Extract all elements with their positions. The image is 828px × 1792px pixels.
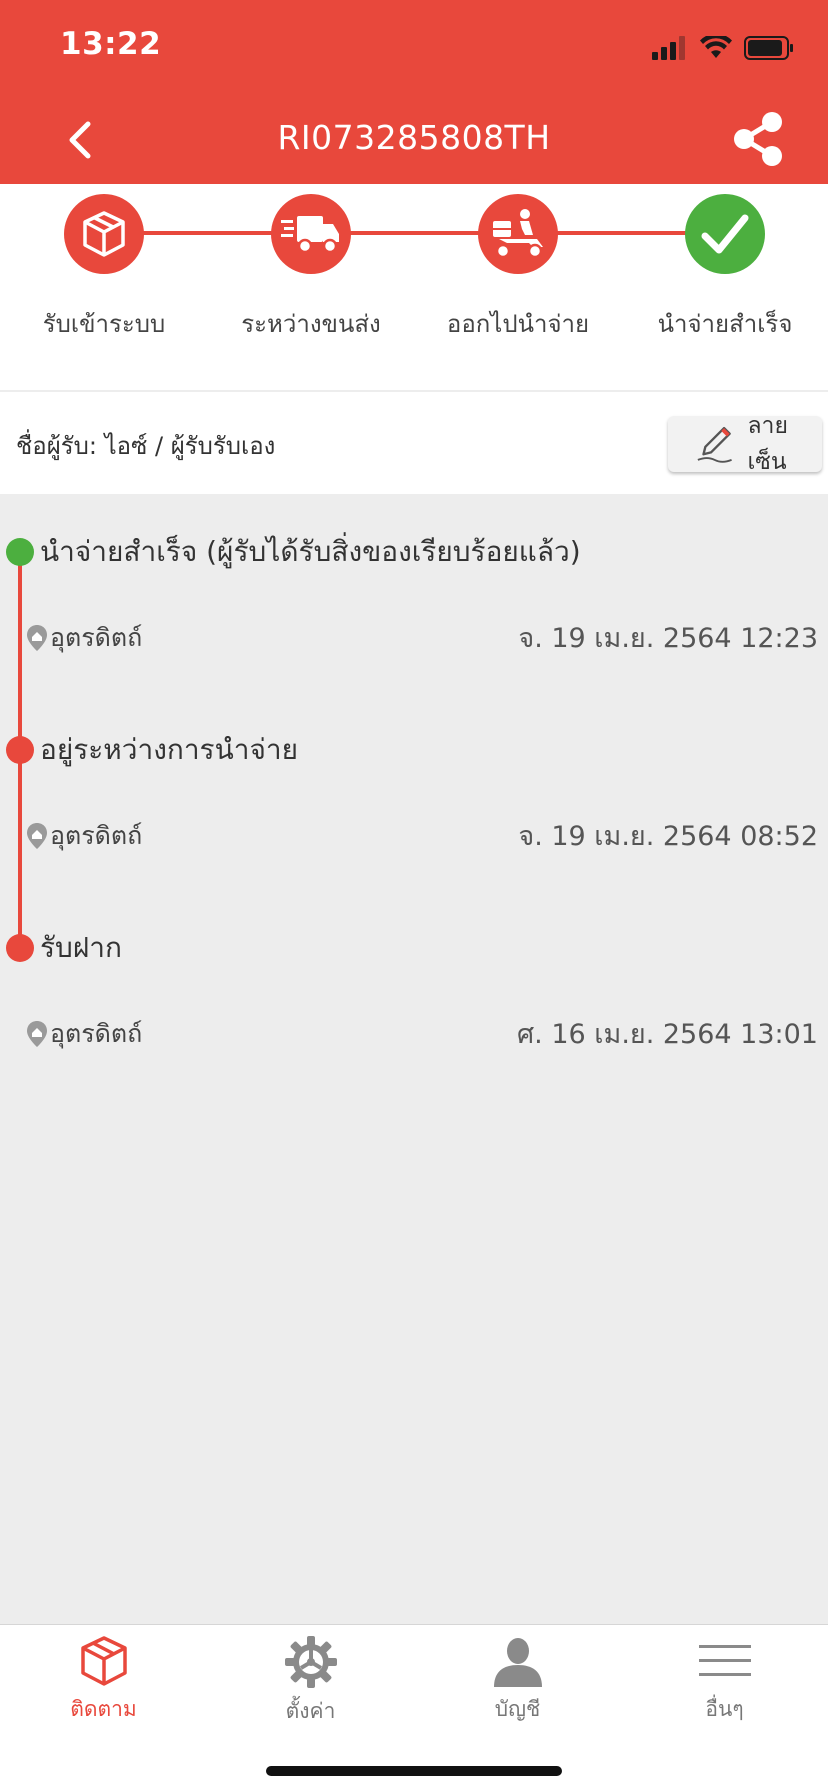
signal-icon: [652, 36, 688, 64]
timeline-event: อยู่ระหว่างการนำจ่าย อุตรดิตถ์ จ. 19 เม.…: [0, 728, 828, 926]
event-location-text: อุตรดิตถ์: [50, 821, 143, 850]
step-circle: [478, 194, 558, 274]
header: 13:22 RI073285808TH: [0, 0, 828, 184]
event-location: อุตรดิตถ์: [26, 1014, 142, 1054]
truck-icon: [281, 216, 339, 254]
tab-account[interactable]: บัญชี: [414, 1635, 621, 1726]
signature-label: ลายเซ็น: [747, 413, 788, 475]
share-icon: [734, 112, 782, 166]
tab-tracking[interactable]: ติดตาม: [0, 1635, 207, 1726]
status-icons: [652, 33, 794, 64]
location-pin-icon: [27, 625, 47, 651]
share-button[interactable]: [728, 108, 788, 170]
battery-icon: [744, 36, 794, 64]
step-circle: [64, 194, 144, 274]
wifi-icon: [700, 33, 732, 64]
event-location-text: อุตรดิตถ์: [50, 623, 143, 652]
gear-icon: [284, 1636, 337, 1688]
status-time: 13:22: [60, 26, 162, 62]
courier-scooter-icon: [493, 209, 543, 259]
step-in-transit: ระหว่างขนส่ง: [207, 194, 415, 343]
event-title: อยู่ระหว่างการนำจ่าย: [40, 733, 298, 766]
timeline-dot-delivered: [6, 538, 34, 566]
package-icon: [83, 211, 125, 257]
tab-label: อื่นๆ: [705, 1697, 744, 1721]
signature-button[interactable]: ลายเซ็น: [668, 413, 822, 475]
step-label: ระหว่างขนส่ง: [241, 310, 381, 338]
event-location: อุตรดิตถ์: [26, 618, 142, 658]
timeline-event: นำจ่ายสำเร็จ (ผู้รับได้รับสิ่งของเรียบร้…: [0, 530, 828, 728]
menu-icon: [698, 1645, 751, 1676]
location-pin-icon: [27, 1021, 47, 1047]
tab-label: บัญชี: [494, 1697, 541, 1721]
event-time: จ. 19 เม.ย. 2564 08:52: [518, 821, 818, 852]
step-circle: [271, 194, 351, 274]
person-icon: [493, 1638, 542, 1687]
step-out-for-delivery: ออกไปนำจ่าย: [414, 194, 622, 343]
tab-settings[interactable]: ตั้งค่า: [207, 1635, 414, 1728]
event-location: อุตรดิตถ์: [26, 816, 142, 856]
step-accepted: รับเข้าระบบ: [0, 194, 208, 343]
timeline-dot: [6, 736, 34, 764]
delivery-progress-steps: รับเข้าระบบ ระหว่างขนส่ง ออกไปนำจ่าย นำจ…: [0, 184, 828, 390]
tab-label: ติดตาม: [70, 1697, 137, 1721]
tracking-timeline: นำจ่ายสำเร็จ (ผู้รับได้รับสิ่งของเรียบร้…: [0, 494, 828, 1624]
location-pin-icon: [27, 823, 47, 849]
package-icon: [80, 1636, 127, 1686]
tracking-number-title: RI073285808TH: [277, 118, 551, 157]
event-time: จ. 19 เม.ย. 2564 12:23: [518, 623, 818, 654]
tab-label: ตั้งค่า: [285, 1699, 336, 1723]
step-delivered: นำจ่ายสำเร็จ: [621, 194, 828, 343]
timeline-dot: [6, 934, 34, 962]
home-indicator[interactable]: [266, 1766, 562, 1776]
tab-more[interactable]: อื่นๆ: [621, 1635, 828, 1726]
event-location-text: อุตรดิตถ์: [50, 1019, 143, 1048]
event-title: นำจ่ายสำเร็จ (ผู้รับได้รับสิ่งของเรียบร้…: [40, 535, 581, 568]
recipient-name: ชื่อผู้รับ: ไอซ์ / ผู้รับรับเอง: [16, 432, 276, 460]
step-label: นำจ่ายสำเร็จ: [657, 310, 793, 338]
tracking-screen: 13:22 RI073285808TH รับเข้าระบบ ระหว่างข…: [0, 0, 828, 1792]
step-label: ออกไปนำจ่าย: [446, 310, 590, 338]
event-time: ศ. 16 เม.ย. 2564 13:01: [517, 1019, 818, 1050]
checkmark-icon: [701, 214, 749, 254]
recipient-bar: ชื่อผู้รับ: ไอซ์ / ผู้รับรับเอง ลายเซ็น: [0, 392, 828, 494]
step-circle: [685, 194, 765, 274]
step-label: รับเข้าระบบ: [42, 310, 166, 338]
timeline-event: รับฝาก อุตรดิตถ์ ศ. 16 เม.ย. 2564 13:01: [0, 926, 828, 1124]
pen-signature-icon: [697, 426, 732, 463]
event-title: รับฝาก: [40, 931, 122, 964]
